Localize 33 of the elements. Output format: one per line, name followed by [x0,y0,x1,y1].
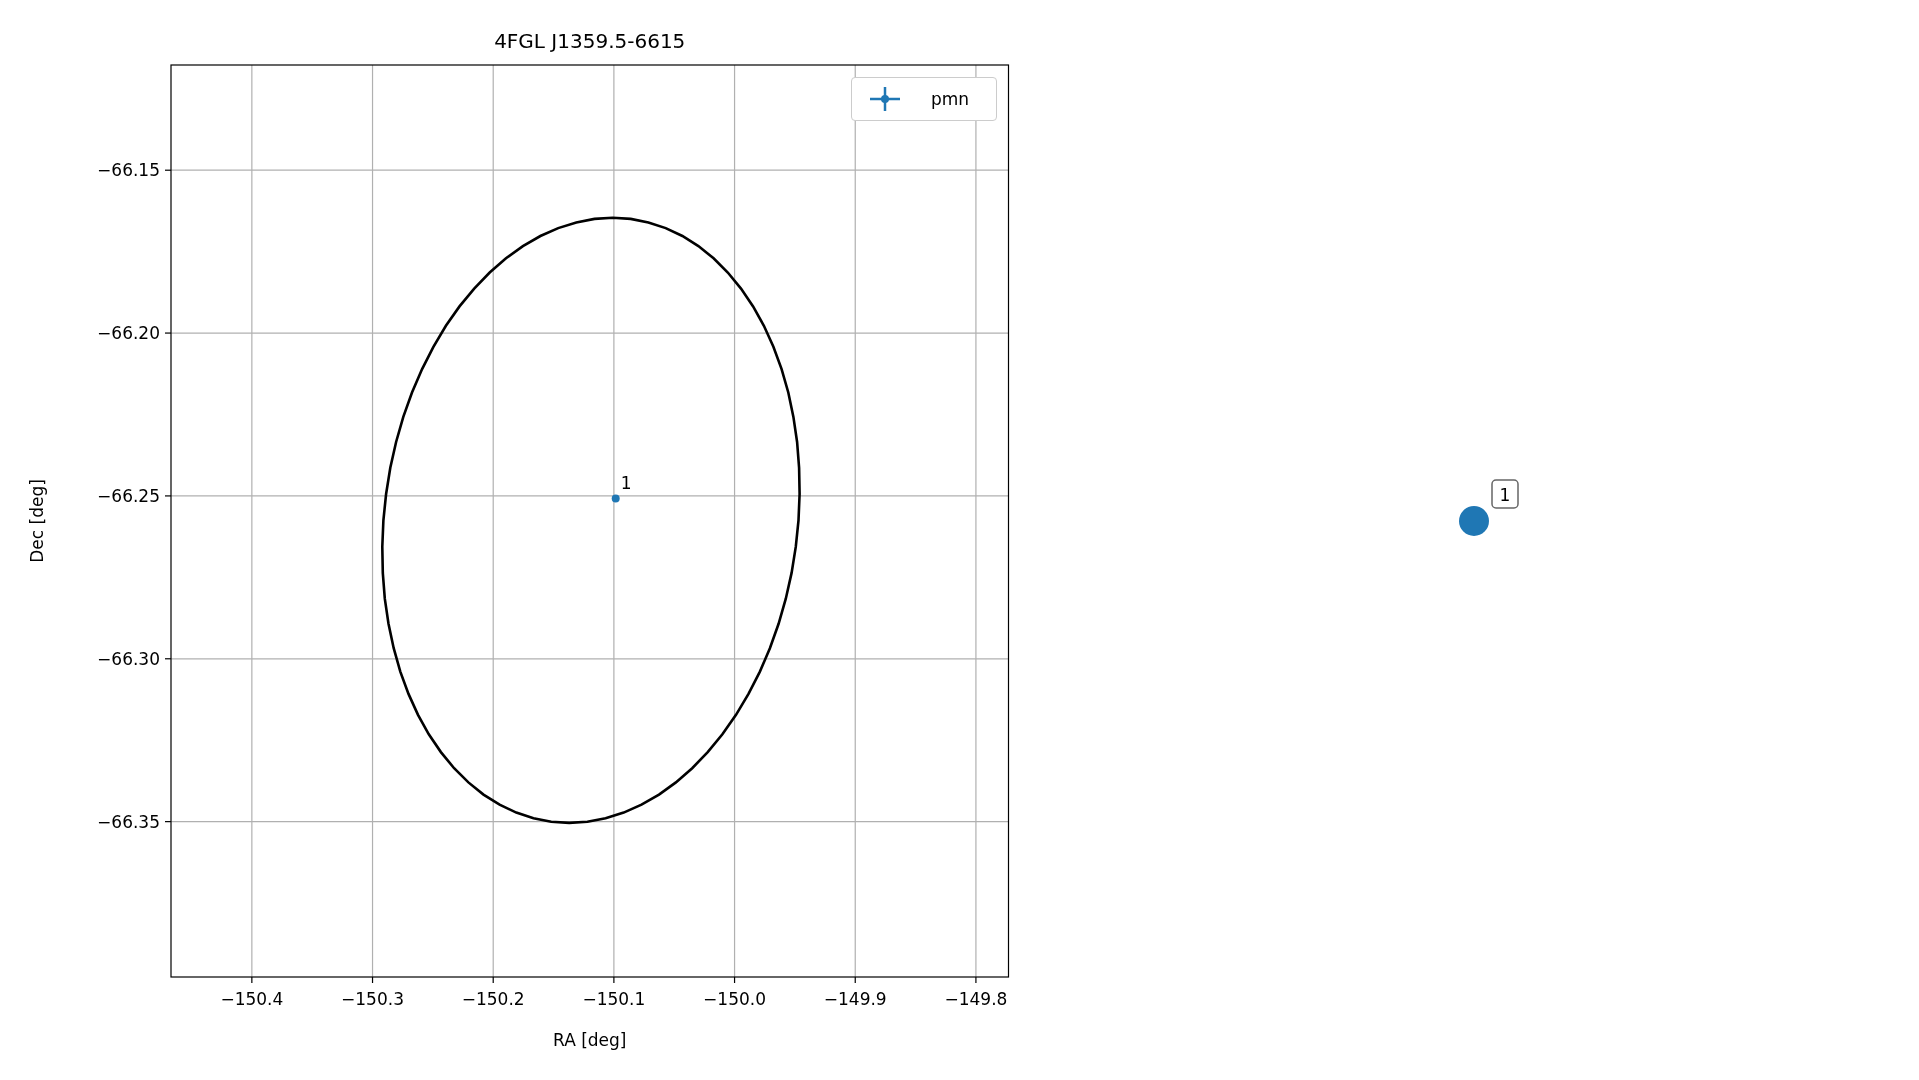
x-tick-label: −149.8 [944,989,1008,1009]
x-tick-label: −150.2 [461,989,525,1009]
y-tick-label: −66.15 [97,160,160,181]
tick-mark [164,821,172,823]
x-axis-label: RA [deg] [553,1030,627,1050]
x-tick-label: −150.0 [703,989,766,1009]
data-point [611,494,620,503]
tick-mark [164,332,172,334]
point-label: 1 [620,472,632,493]
tick-mark [164,495,172,497]
y-tick-label: −66.20 [97,323,160,344]
y-tick-label: −66.35 [97,811,160,832]
label-box [1491,479,1519,509]
tick-mark [613,976,615,984]
tick-mark [492,976,494,984]
x-tick-label: −149.9 [823,989,887,1009]
tick-mark [251,976,253,984]
x-tick-label: −150.3 [341,989,404,1009]
x-tick-label: −150.4 [220,989,284,1009]
tick-mark [164,169,172,171]
y-tick-label: −66.25 [97,485,160,506]
legend-marker-icon [870,86,900,112]
tick-mark [164,658,172,660]
marker-label: 1 [1499,485,1511,505]
tick-mark [371,976,374,984]
y-axis-label: Dec [deg] [27,479,47,563]
y-tick-label: −66.30 [97,648,160,669]
legend-label: pmn [931,89,970,109]
x-tick-label: −150.1 [582,989,646,1009]
tick-mark [854,976,856,984]
tick-mark [733,976,736,984]
tick-mark [975,976,977,984]
chart-title: 4FGL J1359.5-6615 [494,29,686,53]
